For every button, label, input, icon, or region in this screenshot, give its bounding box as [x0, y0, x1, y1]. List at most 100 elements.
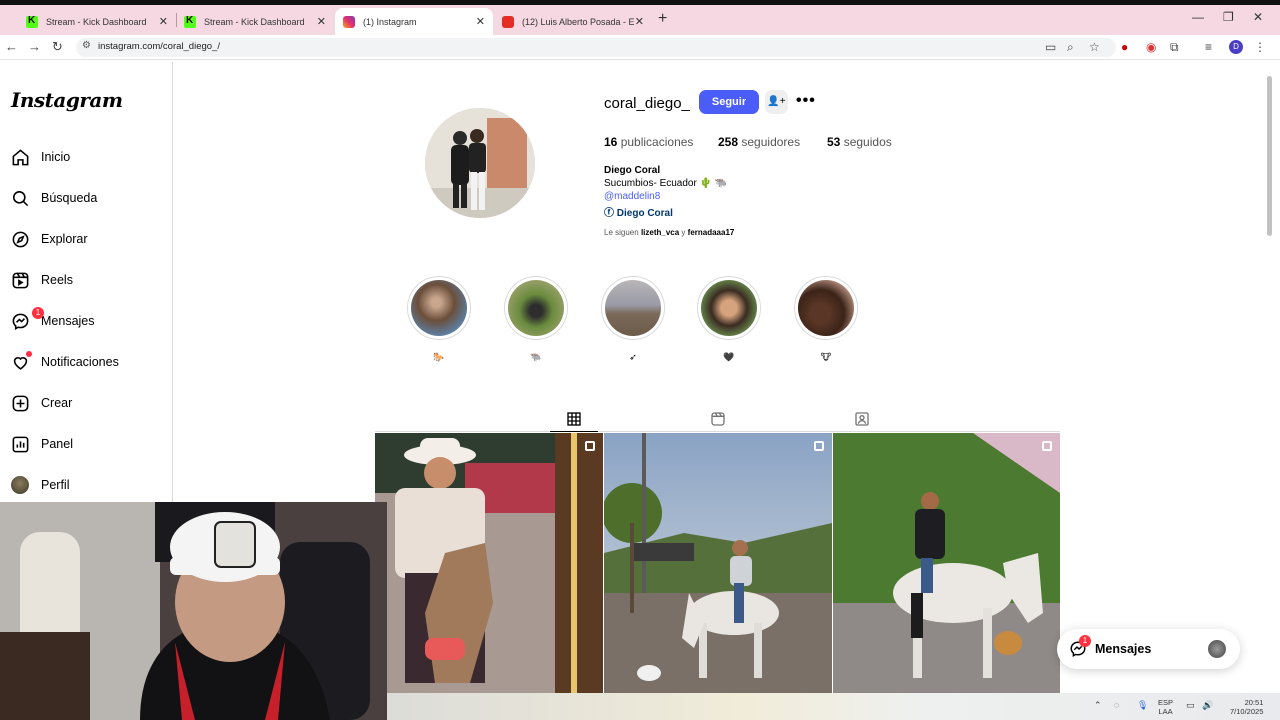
- stat-following[interactable]: 53 seguidos: [827, 135, 892, 149]
- sidebar-item-label: Panel: [41, 437, 73, 451]
- sidebar-item-label: Notificaciones: [41, 355, 119, 369]
- reload-icon[interactable]: ↻: [52, 39, 63, 55]
- profile-username: coral_diego_: [604, 95, 690, 112]
- browser-tab-kick-1[interactable]: Stream - Kick Dashboard ✕: [18, 8, 176, 35]
- close-icon[interactable]: ✕: [635, 15, 644, 28]
- tab-title: (12) Luis Alberto Posada - El Pr...: [522, 16, 634, 27]
- close-icon[interactable]: ✕: [317, 15, 326, 28]
- home-icon: [10, 147, 30, 167]
- sidebar-item-panel[interactable]: Panel: [10, 432, 73, 456]
- follow-button[interactable]: Seguir: [699, 90, 759, 114]
- chevron-up-icon[interactable]: ⌃: [1094, 700, 1102, 711]
- chrome-profile-avatar[interactable]: D: [1229, 40, 1243, 54]
- forward-icon[interactable]: →: [28, 39, 41, 54]
- messages-floating-button[interactable]: 1 Mensajes: [1057, 629, 1240, 669]
- media-control-icon[interactable]: ≡: [1205, 40, 1212, 54]
- extensions-puzzle-icon[interactable]: ⧉: [1170, 40, 1179, 55]
- sidebar-item-label: Mensajes: [41, 314, 95, 328]
- tab-tagged[interactable]: [838, 406, 886, 432]
- followed-by[interactable]: Le siguen lizeth_vca y fernadaaa17: [604, 228, 734, 237]
- kick-icon: [184, 15, 196, 28]
- sidebar-item-notificaciones[interactable]: Notificaciones: [10, 350, 119, 374]
- search-icon: [10, 188, 30, 208]
- clock-date: 7/10/2025: [1230, 707, 1264, 716]
- back-icon[interactable]: ←: [5, 39, 18, 54]
- bookmark-star-icon[interactable]: ☆: [1089, 40, 1100, 54]
- followed-by-user: lizeth_vca: [640, 228, 680, 237]
- kebab-menu-icon[interactable]: ⋮: [1254, 40, 1266, 54]
- posts-label: publicaciones: [620, 135, 694, 149]
- instagram-sidebar: Instagram Inicio Búsqueda Explorar Reels…: [0, 62, 173, 502]
- sidebar-item-crear[interactable]: Crear: [10, 391, 72, 415]
- tab-title: (1) Instagram: [363, 16, 417, 27]
- webcam-overlay: [0, 502, 387, 720]
- following-label: seguidos: [843, 135, 892, 149]
- close-icon[interactable]: ✕: [476, 15, 485, 28]
- page-scrollbar[interactable]: [1266, 62, 1274, 693]
- notification-dot: [26, 351, 32, 357]
- highlight-label: 🖤: [723, 352, 735, 362]
- stat-posts[interactable]: 16 publicaciones: [604, 135, 693, 149]
- browser-tab-youtube[interactable]: (12) Luis Alberto Posada - El Pr... ✕: [494, 8, 652, 35]
- highlight-label: 🐃: [530, 352, 542, 362]
- youtube-icon: [502, 15, 514, 28]
- omnibox[interactable]: ⚙ instagram.com/coral_diego_/: [76, 38, 1116, 57]
- extension-opera-icon[interactable]: ●: [1121, 40, 1128, 54]
- sidebar-item-mensajes[interactable]: 1 Mensajes: [10, 307, 95, 333]
- profile-link-text: Diego Coral: [616, 208, 673, 219]
- tab-title: Stream - Kick Dashboard: [204, 16, 305, 27]
- conversation-avatar: [1208, 640, 1226, 658]
- grid-icon: [567, 412, 581, 426]
- profile-mention-link[interactable]: @maddelin8: [604, 191, 660, 202]
- more-options-icon[interactable]: •••: [796, 92, 816, 110]
- story-highlight[interactable]: 🖤: [697, 276, 761, 363]
- plus-icon: [10, 393, 30, 413]
- scrollbar-thumb[interactable]: [1267, 76, 1272, 236]
- cast-icon[interactable]: ▭: [1045, 40, 1056, 54]
- sidebar-item-busqueda[interactable]: Búsqueda: [10, 186, 97, 210]
- close-window-button[interactable]: ✕: [1253, 10, 1263, 24]
- profile-avatar[interactable]: [425, 108, 535, 218]
- browser-tab-kick-2[interactable]: Stream - Kick Dashboard ✕: [176, 8, 334, 35]
- instagram-icon: [343, 15, 355, 28]
- story-highlight[interactable]: 🐃: [504, 276, 568, 363]
- monitor-icon[interactable]: ▭: [1186, 700, 1195, 711]
- sidebar-item-inicio[interactable]: Inicio: [10, 145, 70, 169]
- suggested-users-button[interactable]: 👤+: [765, 90, 788, 114]
- volume-icon[interactable]: 🔊: [1202, 700, 1213, 711]
- tab-posts[interactable]: [550, 406, 598, 432]
- tab-reels[interactable]: [694, 406, 742, 432]
- close-icon[interactable]: ✕: [159, 15, 168, 28]
- followers-count: 258: [718, 135, 739, 149]
- profile-facebook-link[interactable]: ⓕ Diego Coral: [604, 204, 673, 219]
- browser-tab-instagram[interactable]: (1) Instagram ✕: [335, 8, 493, 35]
- zoom-icon[interactable]: ⌕: [1067, 40, 1074, 55]
- posts-count: 16: [604, 135, 618, 149]
- heart-icon: [10, 351, 32, 372]
- minimize-button[interactable]: —: [1192, 10, 1204, 24]
- avatar-icon: [10, 475, 30, 495]
- maximize-button[interactable]: ❐: [1223, 10, 1234, 24]
- sidebar-item-perfil[interactable]: Perfil: [10, 473, 69, 497]
- extension-icon[interactable]: ◉: [1146, 40, 1156, 54]
- sidebar-item-label: Inicio: [41, 150, 71, 164]
- story-highlight[interactable]: ➶: [601, 276, 665, 363]
- profile-full-name: Diego Coral: [604, 165, 661, 176]
- clock[interactable]: 20:51 7/10/2025: [1230, 698, 1263, 716]
- stat-followers[interactable]: 258 seguidores: [718, 135, 800, 149]
- post-thumbnail[interactable]: [604, 433, 832, 693]
- language-indicator[interactable]: ESP LAA: [1158, 698, 1173, 716]
- new-tab-button[interactable]: +: [658, 10, 667, 28]
- url-text[interactable]: instagram.com/coral_diego_/: [98, 41, 220, 52]
- network-icon[interactable]: ◌: [1114, 700, 1119, 710]
- post-thumbnail[interactable]: [375, 433, 603, 693]
- story-highlight[interactable]: 🐮: [794, 276, 858, 363]
- sidebar-item-explorar[interactable]: Explorar: [10, 227, 88, 251]
- sidebar-item-reels[interactable]: Reels: [10, 268, 73, 292]
- site-info-icon[interactable]: ⚙: [82, 40, 91, 51]
- microphone-icon[interactable]: 🎙: [1137, 700, 1148, 711]
- post-thumbnail[interactable]: [833, 433, 1060, 693]
- sidebar-item-label: Perfil: [41, 478, 70, 492]
- instagram-logo[interactable]: Instagram: [11, 88, 123, 112]
- story-highlight[interactable]: 🐎: [407, 276, 471, 363]
